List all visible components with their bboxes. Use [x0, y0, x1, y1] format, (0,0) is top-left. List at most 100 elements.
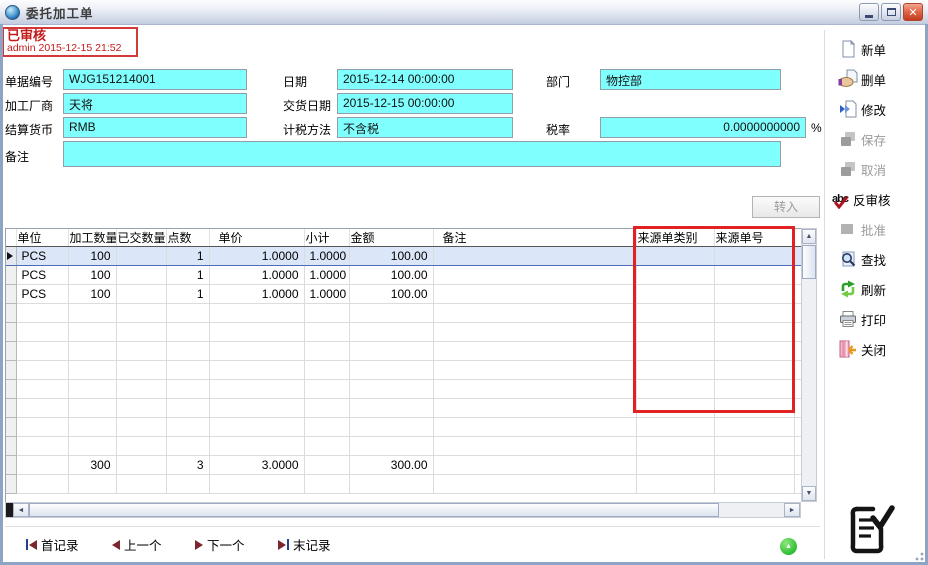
vertical-scroll-thumb[interactable]: [802, 245, 816, 279]
remark-label: 备注: [5, 148, 29, 165]
col-header-price[interactable]: 单价: [209, 229, 304, 247]
cell-price[interactable]: 1.0000: [209, 247, 304, 266]
cell-src-no[interactable]: [714, 247, 794, 266]
cell-price[interactable]: 1.0000: [209, 285, 304, 304]
cell-qty[interactable]: 100: [68, 285, 116, 304]
audit-status-text: 已审核: [7, 29, 133, 43]
sidebar-item-delete[interactable]: 删单: [838, 68, 924, 90]
cell-subtotal[interactable]: 1.0000: [304, 247, 349, 266]
status-green-icon: ▲: [780, 538, 797, 555]
maximize-button[interactable]: [881, 3, 901, 21]
cell-points[interactable]: 1: [166, 285, 209, 304]
col-header-src-no[interactable]: 来源单号: [714, 229, 794, 247]
col-header-delivered[interactable]: 已交数量: [116, 229, 166, 247]
close-button[interactable]: ✕: [903, 3, 923, 21]
total-points: 3: [166, 456, 209, 475]
sidebar-item-unaudit[interactable]: abc 反审核: [830, 188, 924, 210]
cell-points[interactable]: 1: [166, 247, 209, 266]
audit-status-stamp: 已审核 admin 2015-12-15 21:52: [2, 27, 138, 57]
col-header-src-type[interactable]: 来源单类别: [636, 229, 714, 247]
cell-price[interactable]: 1.0000: [209, 266, 304, 285]
table-row[interactable]: PCS 100 1 1.0000 1.0000 100.00: [6, 285, 801, 304]
cell-unit[interactable]: PCS: [16, 266, 68, 285]
next-record-button[interactable]: 下一个: [195, 535, 245, 554]
tax-method-label: 计税方法: [283, 121, 331, 138]
scroll-up-button[interactable]: ▲: [802, 229, 816, 244]
cell-src-type[interactable]: [636, 285, 714, 304]
scroll-down-button[interactable]: ▼: [802, 486, 816, 501]
col-header-points[interactable]: 点数: [166, 229, 209, 247]
app-globe-icon: [5, 5, 20, 20]
cell-unit[interactable]: PCS: [16, 247, 68, 266]
refresh-icon: [838, 279, 858, 299]
dept-field[interactable]: 物控部: [600, 69, 781, 90]
remark-field[interactable]: [63, 141, 781, 167]
title-bar: 委托加工单 ✕: [0, 0, 928, 25]
doc-no-field[interactable]: WJG151214001: [63, 69, 247, 90]
minimize-button[interactable]: [859, 3, 879, 21]
tax-method-field[interactable]: 不含税: [337, 117, 513, 138]
col-header-amount[interactable]: 金额: [349, 229, 433, 247]
sidebar-item-find[interactable]: 查找: [838, 248, 924, 270]
empty-row: [6, 437, 801, 456]
sidebar-item-modify[interactable]: 修改: [838, 98, 924, 120]
date-field[interactable]: 2015-12-14 00:00:00: [337, 69, 513, 90]
grid-horizontal-scrollbar[interactable]: ◄ ►: [5, 502, 801, 518]
sidebar-item-new[interactable]: 新单: [838, 38, 924, 60]
cell-src-type[interactable]: [636, 266, 714, 285]
sidebar-item-refresh[interactable]: 刷新: [838, 278, 924, 300]
sidebar-item-cancel: 取消: [838, 158, 924, 180]
approve-icon: [838, 219, 858, 239]
cell-remark[interactable]: [433, 247, 636, 266]
col-header-unit[interactable]: 单位: [16, 229, 68, 247]
prev-record-button[interactable]: 上一个: [112, 535, 162, 554]
col-header-filler: [794, 229, 801, 247]
cell-delivered[interactable]: [116, 247, 166, 266]
table-row[interactable]: PCS 100 1 1.0000 1.0000 100.00: [6, 247, 801, 266]
cell-qty[interactable]: 100: [68, 247, 116, 266]
horizontal-scroll-thumb[interactable]: [29, 503, 719, 517]
empty-row: [6, 418, 801, 437]
save-icon: [838, 129, 858, 149]
cell-delivered[interactable]: [116, 266, 166, 285]
table-row[interactable]: PCS 100 1 1.0000 1.0000 100.00: [6, 266, 801, 285]
cell-points[interactable]: 1: [166, 266, 209, 285]
cell-unit[interactable]: PCS: [16, 285, 68, 304]
tax-rate-field[interactable]: 0.0000000000: [600, 117, 806, 138]
audit-scroll-icon: [843, 502, 895, 559]
cell-amount[interactable]: 100.00: [349, 247, 433, 266]
cell-qty[interactable]: 100: [68, 266, 116, 285]
currency-field[interactable]: RMB: [63, 117, 247, 138]
cell-src-no[interactable]: [714, 285, 794, 304]
last-record-button[interactable]: 末记录: [278, 535, 331, 554]
cell-remark[interactable]: [433, 285, 636, 304]
current-row-indicator: [6, 247, 16, 266]
first-record-icon: [26, 539, 37, 550]
sidebar-item-print[interactable]: 打印: [838, 308, 924, 330]
cell-delivered[interactable]: [116, 285, 166, 304]
currency-label: 结算货币: [5, 121, 53, 138]
cell-src-type[interactable]: [636, 247, 714, 266]
vendor-field[interactable]: 天将: [63, 93, 247, 114]
window-resize-grip[interactable]: [912, 549, 924, 561]
scroll-left-button[interactable]: ◄: [13, 503, 29, 517]
audit-status-meta: admin 2015-12-15 21:52: [7, 43, 133, 55]
cell-amount[interactable]: 100.00: [349, 285, 433, 304]
scroll-right-button[interactable]: ►: [784, 503, 800, 517]
col-header-remark[interactable]: 备注: [433, 229, 636, 247]
splitter-handle[interactable]: [6, 503, 13, 517]
last-record-icon: [278, 539, 289, 550]
first-record-button[interactable]: 首记录: [26, 535, 79, 554]
delivery-date-field[interactable]: 2015-12-15 00:00:00: [337, 93, 513, 114]
col-header-subtotal[interactable]: 小计: [304, 229, 349, 247]
doc-no-label: 单据编号: [5, 73, 53, 90]
grid-vertical-scrollbar[interactable]: ▲ ▼: [801, 228, 817, 502]
window-border: [0, 24, 3, 565]
cell-subtotal[interactable]: 1.0000: [304, 285, 349, 304]
sidebar-item-close[interactable]: 关闭: [838, 338, 924, 360]
col-header-qty[interactable]: 加工数量: [68, 229, 116, 247]
cell-amount[interactable]: 100.00: [349, 266, 433, 285]
cell-subtotal[interactable]: 1.0000: [304, 266, 349, 285]
cell-src-no[interactable]: [714, 266, 794, 285]
cell-remark[interactable]: [433, 266, 636, 285]
